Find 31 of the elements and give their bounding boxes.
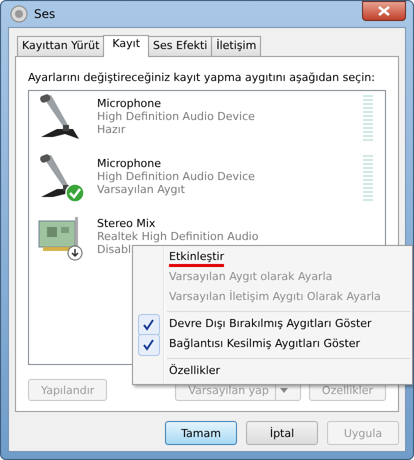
tab[interactable]: Kayıttan Yürüt — [17, 36, 104, 56]
device-status: Varsayılan Aygıt — [97, 183, 185, 196]
device-name: Microphone — [97, 97, 162, 110]
device-driver: High Definition Audio Device — [97, 110, 255, 123]
menu-item[interactable]: Etkinleştir — [135, 248, 410, 268]
instruction-text: Ayarlarını değiştireceğiniz kayıt yapma aygıtını aşağıdan seçin: — [28, 71, 376, 84]
device-status: Disabl — [97, 243, 132, 256]
close-icon — [378, 6, 390, 16]
check-icon — [138, 314, 160, 336]
window-title: Ses — [34, 7, 56, 21]
device-name: Stereo Mix — [97, 217, 156, 230]
device-name: Microphone — [97, 157, 162, 170]
tab[interactable]: Ses Efekti — [148, 36, 212, 56]
dialog-button[interactable]: İptal — [246, 421, 318, 445]
menu-item[interactable]: Devre Dışı Bırakılmış Aygıtları Göster — [135, 315, 410, 335]
dropdown-arrow-icon — [280, 388, 288, 392]
device-status: Hazır — [97, 123, 126, 136]
menu-item[interactable]: Bağlantısı Kesilmiş Aygıtları Göster — [135, 335, 410, 355]
microphone-icon — [39, 93, 79, 139]
menu-item[interactable]: Özellikler — [135, 362, 410, 382]
dialog-button[interactable]: Tamam — [165, 421, 237, 445]
device-driver: Realtek High Definition Audio — [97, 230, 258, 243]
close-button[interactable] — [362, 1, 406, 21]
tab[interactable]: İletişim — [211, 36, 262, 56]
device-driver: High Definition Audio Device — [97, 170, 255, 183]
speaker-icon — [10, 5, 28, 23]
check-icon — [138, 334, 160, 356]
tab[interactable]: Kayıt — [103, 35, 150, 57]
sound-card-icon — [38, 217, 78, 251]
level-meter-icon — [363, 95, 373, 141]
level-meter-icon — [363, 155, 373, 201]
